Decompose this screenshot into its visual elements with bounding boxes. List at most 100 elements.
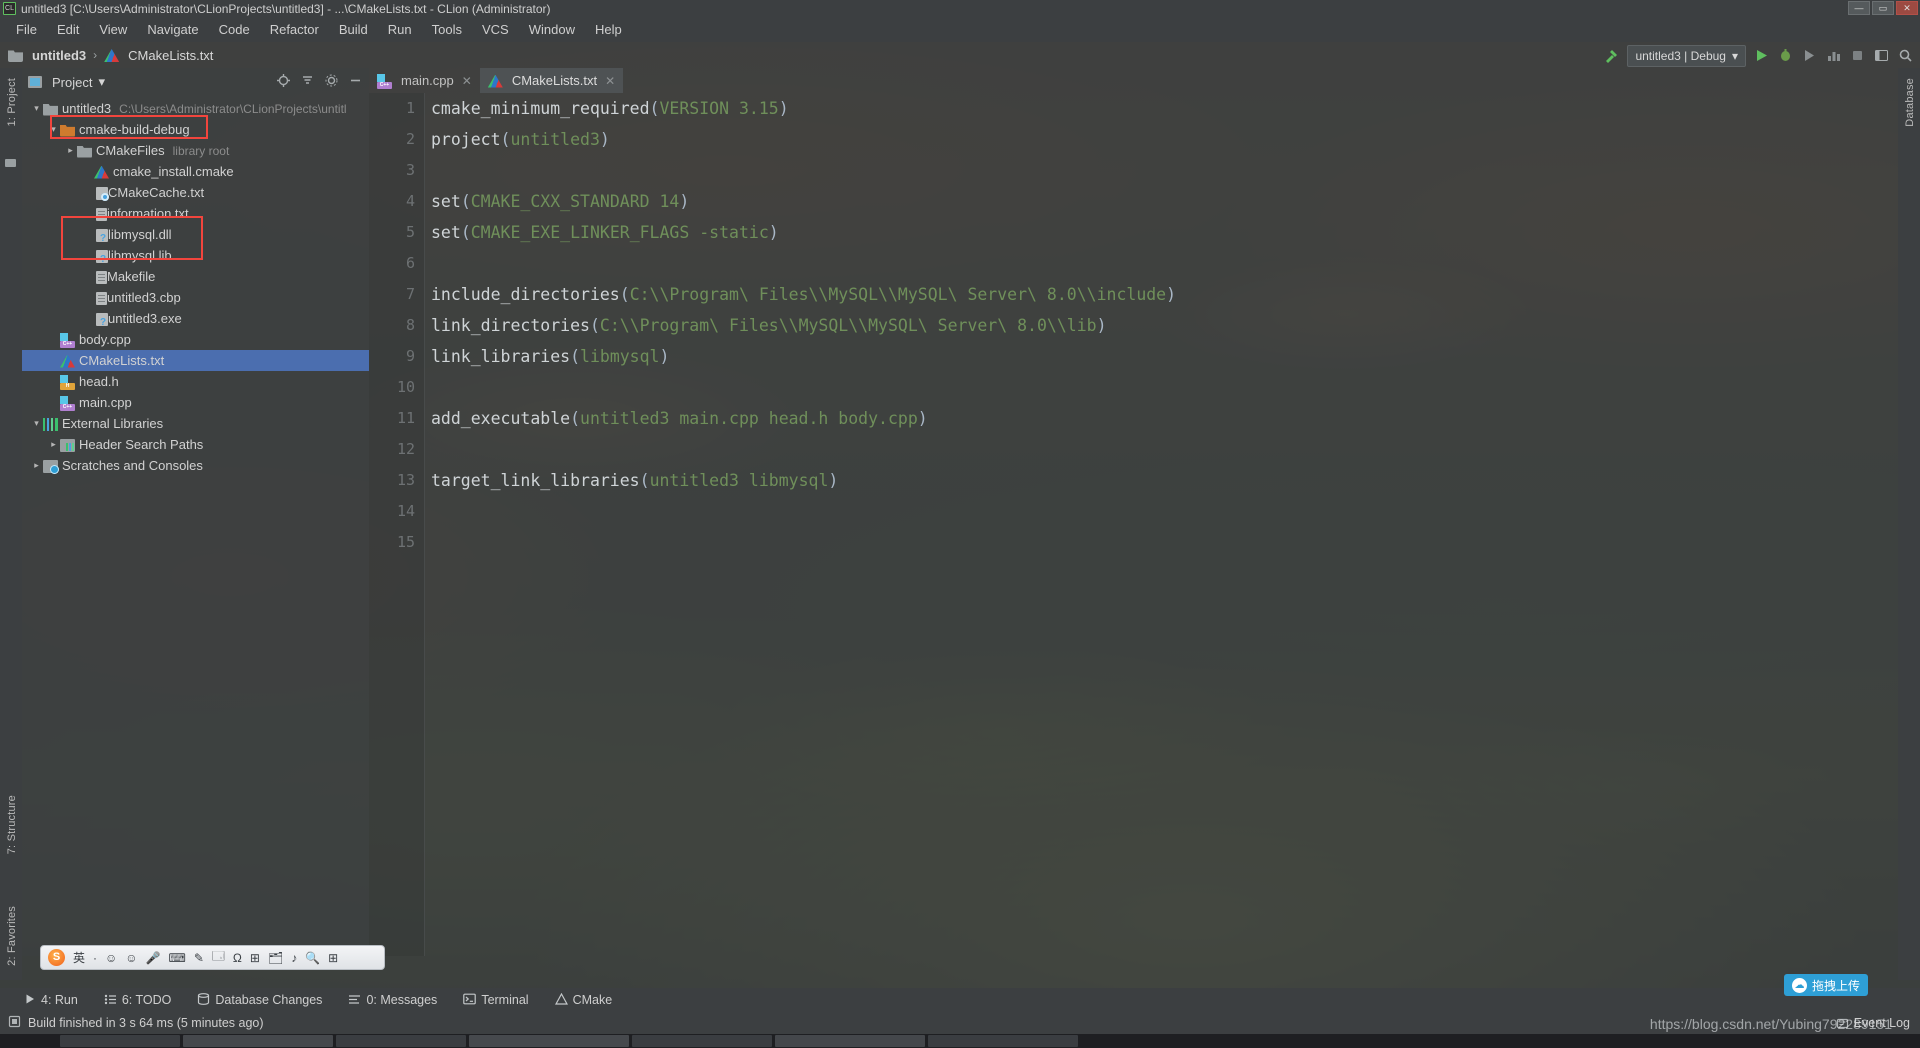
sidebar-tab-favorites[interactable]: 2: Favorites: [4, 900, 20, 972]
sidebar-tab-project[interactable]: 1: Project: [4, 72, 20, 132]
tree-item-untitled3-cbp[interactable]: untitled3.cbp: [22, 287, 369, 308]
tree-item-external-libraries[interactable]: ▾ External Libraries: [22, 413, 369, 434]
taskbar-item[interactable]: [183, 1035, 333, 1047]
code-token-arg: C:\\Program\ Files\\MySQL\\MySQL\ Server…: [629, 285, 1167, 304]
breadcrumb-file[interactable]: CMakeLists.txt: [104, 48, 213, 63]
expand-arrow-icon[interactable]: ▾: [30, 418, 43, 429]
run-configuration-selector[interactable]: untitled3 | Debug ▾: [1627, 44, 1746, 67]
tree-item-cmakecache-txt[interactable]: CMakeCache.txt: [22, 182, 369, 203]
tool-window-4-run[interactable]: 4: Run: [24, 993, 78, 1008]
taskbar-item[interactable]: [632, 1035, 772, 1047]
tool-window-terminal[interactable]: Terminal: [463, 993, 529, 1008]
menu-item-build[interactable]: Build: [330, 19, 377, 40]
debug-icon[interactable]: [1777, 47, 1794, 64]
code-token-fn: project: [431, 130, 501, 149]
tool-window-6-todo[interactable]: 6: TODO: [104, 993, 171, 1008]
ime-tool-icon[interactable]: ☺: [125, 951, 137, 965]
menu-item-code[interactable]: Code: [210, 19, 259, 40]
taskbar-item[interactable]: [60, 1035, 180, 1047]
tree-item-information-txt[interactable]: information.txt: [22, 203, 369, 224]
tree-item-untitled3-exe[interactable]: untitled3.exe: [22, 308, 369, 329]
ime-tool-icon[interactable]: ✎: [194, 951, 204, 965]
breadcrumb-project[interactable]: untitled3: [8, 48, 86, 63]
build-hammer-icon[interactable]: [1603, 47, 1620, 64]
expand-arrow-icon[interactable]: ▾: [47, 124, 60, 135]
menu-item-help[interactable]: Help: [586, 19, 631, 40]
ime-tool-icon[interactable]: ♪: [291, 951, 297, 965]
tool-window-cmake[interactable]: CMake: [554, 992, 612, 1008]
tree-item-head-h[interactable]: head.h: [22, 371, 369, 392]
menu-item-navigate[interactable]: Navigate: [138, 19, 207, 40]
tree-item-body-cpp[interactable]: body.cpp: [22, 329, 369, 350]
close-button[interactable]: ✕: [1896, 1, 1918, 15]
collapse-arrow-icon[interactable]: ▸: [64, 145, 77, 156]
ime-tool-icon[interactable]: ⊞: [250, 951, 260, 965]
close-icon[interactable]: ✕: [605, 74, 615, 88]
watermark: https://blog.csdn.net/Yubing792289151: [1649, 1016, 1892, 1032]
tree-item-libmysql-dll[interactable]: libmysql.dll: [22, 224, 369, 245]
editor-tab-main-cpp[interactable]: main.cpp ✕: [369, 68, 480, 93]
structure-small-icon[interactable]: [4, 156, 18, 170]
ime-tool-icon[interactable]: ⌨: [169, 951, 186, 965]
maximize-button[interactable]: ▭: [1872, 1, 1894, 15]
tree-item-cmake-build-debug[interactable]: ▾ cmake-build-debug: [22, 119, 369, 140]
run-icon[interactable]: [1753, 47, 1770, 64]
taskbar-item[interactable]: [928, 1035, 1078, 1047]
taskbar-item[interactable]: [775, 1035, 925, 1047]
ime-tool-icon[interactable]: ·: [93, 951, 97, 965]
chevron-down-icon[interactable]: ▾: [98, 74, 105, 90]
menu-item-view[interactable]: View: [90, 19, 136, 40]
gear-icon[interactable]: [324, 73, 339, 91]
locate-icon[interactable]: [276, 73, 291, 91]
tree-item-libmysql-lib[interactable]: libmysql.lib: [22, 245, 369, 266]
tool-window-label: 0: Messages: [366, 993, 438, 1007]
menu-item-vcs[interactable]: VCS: [473, 19, 518, 40]
tree-item-label: Header Search Paths: [79, 437, 204, 452]
close-icon[interactable]: ✕: [462, 74, 472, 88]
tree-item-main-cpp[interactable]: main.cpp: [22, 392, 369, 413]
header-paths-icon: [60, 438, 75, 452]
tree-item-untitled3[interactable]: ▾ untitled3 C:\Users\Administrator\CLionPr…: [22, 98, 369, 119]
stop-icon[interactable]: [1849, 47, 1866, 64]
ime-tool-icon[interactable]: ☺: [105, 951, 117, 965]
ime-toolbar[interactable]: S 英 · ☺ ☺ 🎤 ⌨ ✎ 🗔 Ω ⊞ 🗂 ♪ 🔍 ⊞: [40, 945, 385, 970]
code-content[interactable]: cmake_minimum_required(VERSION 3.15) proj…: [425, 93, 1898, 956]
menu-item-tools[interactable]: Tools: [423, 19, 471, 40]
upload-widget[interactable]: ☁ 拖拽上传: [1783, 974, 1868, 996]
collapse-all-icon[interactable]: [300, 73, 315, 91]
ime-tool-icon[interactable]: 🗔: [212, 947, 225, 968]
minimize-button[interactable]: —: [1848, 1, 1870, 15]
collapse-arrow-icon[interactable]: ▸: [30, 460, 43, 471]
expand-arrow-icon[interactable]: ▾: [30, 103, 43, 114]
run-with-coverage-icon[interactable]: [1801, 47, 1818, 64]
collapse-arrow-icon[interactable]: ▸: [47, 439, 60, 450]
taskbar-item[interactable]: [336, 1035, 466, 1047]
sidebar-tab-database[interactable]: Database: [1902, 72, 1918, 133]
profile-icon[interactable]: [1825, 47, 1842, 64]
ime-tool-icon[interactable]: Ω: [233, 951, 242, 965]
tree-item-makefile[interactable]: Makefile: [22, 266, 369, 287]
search-icon[interactable]: [1897, 47, 1914, 64]
hide-icon[interactable]: [348, 73, 363, 91]
tool-window-0-messages[interactable]: 0: Messages: [348, 993, 437, 1008]
ime-mode-label[interactable]: 英: [73, 949, 85, 966]
sidebar-tab-structure[interactable]: 7: Structure: [4, 789, 20, 860]
editor-tab-cmakelists-txt[interactable]: CMakeLists.txt ✕: [479, 68, 624, 93]
tree-item-header-search-paths[interactable]: ▸ Header Search Paths: [22, 434, 369, 455]
ime-tool-icon[interactable]: ⊞: [328, 951, 338, 965]
menu-item-refactor[interactable]: Refactor: [261, 19, 328, 40]
menu-item-file[interactable]: File: [7, 19, 46, 40]
tree-item-cmakelists-txt[interactable]: CMakeLists.txt: [22, 350, 369, 371]
menu-item-edit[interactable]: Edit: [48, 19, 88, 40]
taskbar-item[interactable]: [469, 1035, 629, 1047]
ime-tool-icon[interactable]: 🎤: [146, 951, 161, 965]
tree-item-cmakefiles[interactable]: ▸ CMakeFiles library root: [22, 140, 369, 161]
ime-tool-icon[interactable]: 🔍: [305, 951, 320, 965]
menu-item-window[interactable]: Window: [520, 19, 584, 40]
ime-tool-icon[interactable]: 🗂: [268, 951, 283, 965]
tool-window-database-changes[interactable]: Database Changes: [197, 992, 322, 1008]
tree-item-cmake-install-cmake[interactable]: cmake_install.cmake: [22, 161, 369, 182]
tree-item-scratches-and-consoles[interactable]: ▸ Scratches and Consoles: [22, 455, 369, 476]
menu-item-run[interactable]: Run: [379, 19, 421, 40]
layout-icon[interactable]: [1873, 47, 1890, 64]
